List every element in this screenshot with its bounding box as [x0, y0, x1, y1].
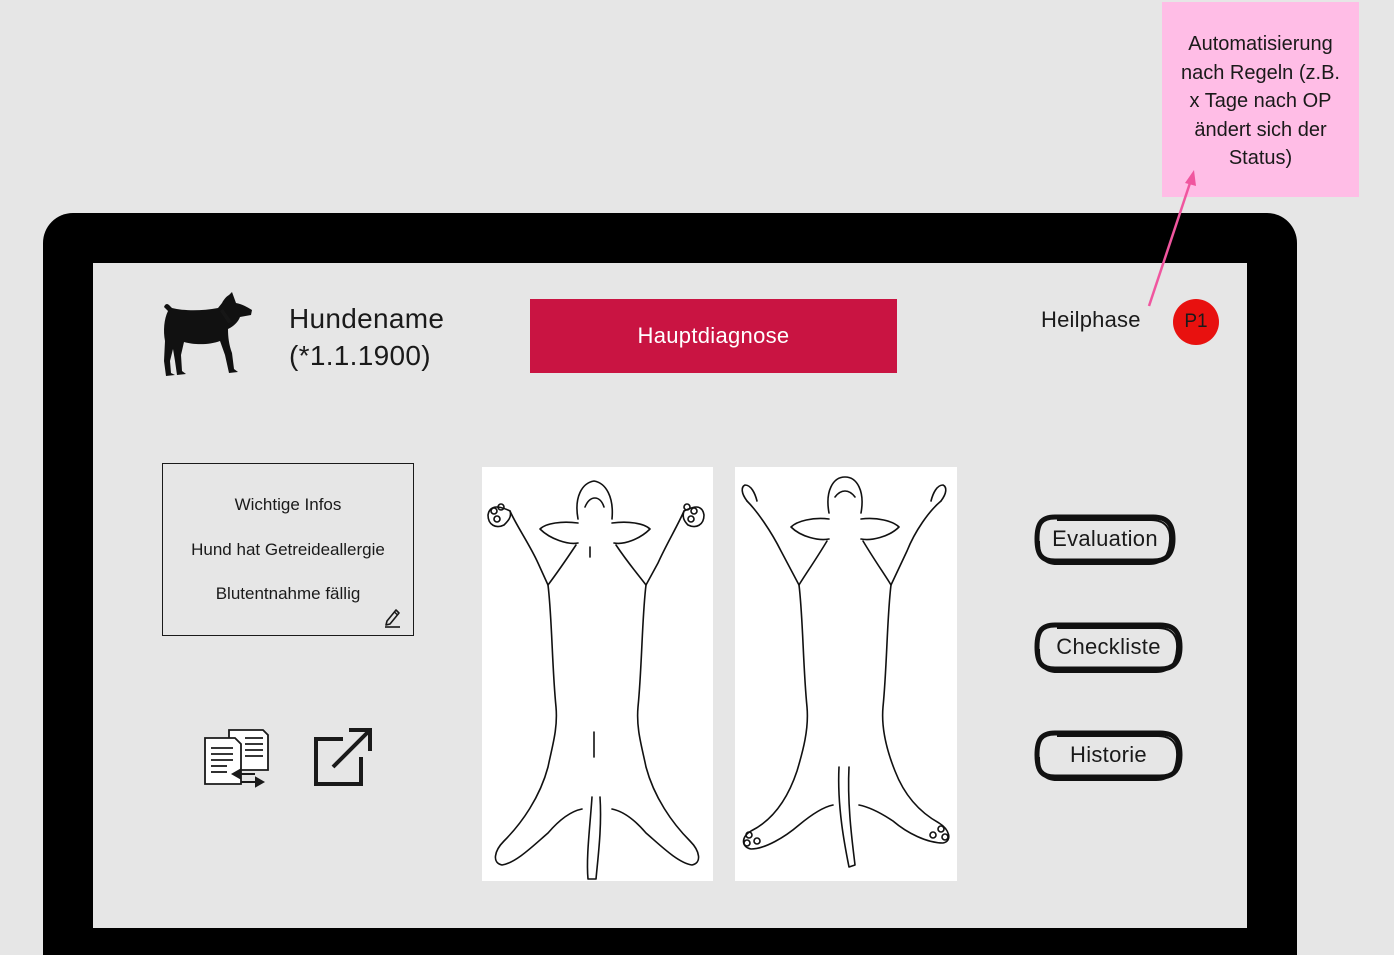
annotation-line: x Tage nach OP	[1189, 90, 1332, 112]
body-outline-ventral	[487, 480, 705, 880]
annotation-line: Automatisierung	[1188, 33, 1333, 55]
evaluation-button[interactable]: Evaluation	[1034, 514, 1176, 565]
info-item: Hund hat Getreideallergie	[191, 540, 385, 559]
dog-body-dorsal-view[interactable]	[735, 467, 957, 881]
history-button[interactable]: Historie	[1034, 730, 1183, 781]
healing-phase-label: Heilphase	[1041, 307, 1141, 332]
main-diagnosis-button[interactable]: Hauptdiagnose	[530, 299, 897, 373]
annotation-line: Status)	[1228, 147, 1293, 169]
annotation-note: Automatisierung nach Regeln (z.B. x Tage…	[1162, 2, 1359, 197]
patient-birthdate: (*1.1.1900)	[289, 340, 431, 371]
external-link-icon[interactable]	[313, 727, 373, 787]
evaluation-button-label: Evaluation	[1052, 526, 1158, 551]
mockup-canvas: Automatisierung nach Regeln (z.B. x Tage…	[0, 0, 1394, 955]
info-box-title: Wichtige Infos	[234, 495, 342, 514]
info-item: Blutentnahme fällig	[215, 584, 361, 603]
checklist-button-label: Checkliste	[1056, 634, 1161, 659]
phase-status-badge[interactable]: P1	[1173, 299, 1219, 345]
checklist-button[interactable]: Checkliste	[1034, 622, 1183, 673]
body-outline-dorsal	[741, 476, 950, 868]
annotation-line: ändert sich der	[1194, 118, 1327, 141]
important-info-box: Wichtige Infos Hund hat Getreideallergie…	[162, 463, 414, 636]
dog-icon	[164, 292, 252, 376]
patient-name: Hundename	[289, 303, 445, 334]
compare-documents-icon[interactable]	[203, 728, 271, 788]
history-button-label: Historie	[1070, 742, 1147, 767]
dog-body-ventral-view[interactable]	[482, 467, 713, 881]
annotation-line: nach Regeln (z.B.	[1181, 61, 1340, 84]
pencil-icon[interactable]	[383, 606, 403, 628]
patient-name-block: Hundename (*1.1.1900)	[289, 300, 444, 374]
